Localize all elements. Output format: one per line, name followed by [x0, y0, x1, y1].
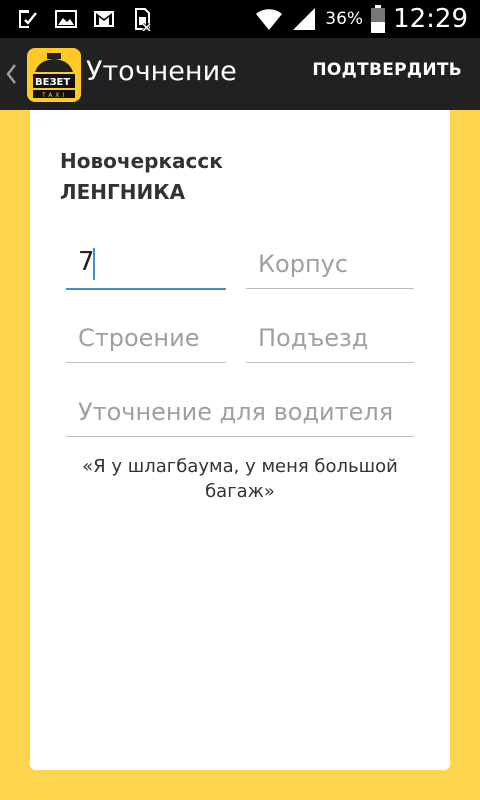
entrance-field[interactable]: [246, 318, 414, 363]
house-number-field[interactable]: 7: [66, 244, 226, 290]
building-field[interactable]: [246, 244, 414, 289]
entrance-input[interactable]: [246, 318, 414, 358]
action-bar: ВЕЗЕТ TAXI Уточнение ПОДТВЕРДИТЬ: [0, 38, 480, 110]
gmail-icon: [94, 11, 114, 27]
download-done-icon: [19, 10, 37, 28]
battery-percent: 36%: [325, 9, 364, 29]
screen: 36% 12:29 ВЕЗЕТ TAXI Уточнение ПОДТВЕРДИ…: [0, 0, 480, 800]
building-input[interactable]: [246, 244, 414, 284]
driver-note-field[interactable]: [66, 392, 414, 437]
status-bar: 36% 12:29: [0, 0, 480, 38]
address-details-card: Новочеркасск ЛЕНГНИКА 7 «Я у шлагбаума, …: [30, 110, 450, 770]
sim-card-icon: [135, 8, 152, 31]
structure-input[interactable]: [66, 318, 226, 358]
structure-field[interactable]: [66, 318, 226, 363]
driver-note-input[interactable]: [66, 392, 414, 432]
confirm-button[interactable]: ПОДТВЕРДИТЬ: [312, 60, 462, 80]
text-cursor: [93, 248, 95, 280]
signal-icon: [293, 8, 316, 30]
wifi-icon: [256, 9, 283, 30]
logo-subtext: TAXI: [41, 92, 67, 99]
image-icon: [55, 10, 77, 28]
notification-icons: [16, 7, 154, 31]
back-icon[interactable]: [4, 62, 18, 86]
address-street: ЛЕНГНИКА: [60, 180, 186, 204]
driver-note-hint: «Я у шлагбаума, у меня большой багаж»: [82, 456, 398, 502]
logo-wordmark: ВЕЗЕТ: [35, 77, 70, 88]
address-block: Новочеркасск ЛЕНГНИКА: [60, 146, 223, 208]
clock: 12:29: [393, 4, 468, 34]
battery-icon: [371, 5, 386, 33]
app-logo-icon[interactable]: ВЕЗЕТ TAXI: [27, 48, 81, 102]
address-city: Новочеркасск: [60, 149, 223, 173]
system-icons: 36% 12:29: [255, 0, 468, 38]
screen-title: Уточнение: [86, 56, 237, 87]
